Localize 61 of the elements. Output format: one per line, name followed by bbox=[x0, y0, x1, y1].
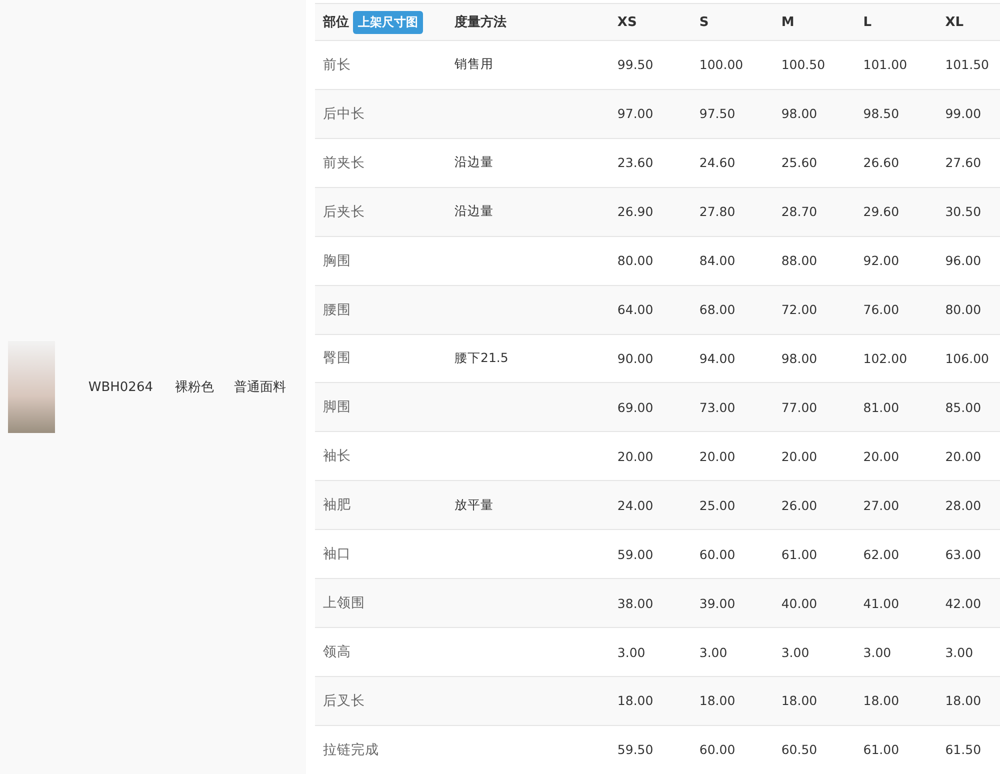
table-cell: 99.00 bbox=[937, 89, 1000, 138]
table-cell: 98.00 bbox=[773, 89, 856, 138]
column-header: XL bbox=[937, 4, 1000, 40]
table-cell: 97.50 bbox=[691, 89, 774, 138]
table-cell: 拉链完成 bbox=[315, 725, 447, 774]
table-cell: 25.00 bbox=[691, 480, 774, 530]
table-cell: 24.00 bbox=[609, 480, 692, 530]
table-cell: 28.00 bbox=[937, 480, 1000, 530]
table-cell: 64.00 bbox=[609, 285, 692, 334]
table-cell: 85.00 bbox=[937, 382, 1000, 432]
table-cell: 沿边量 bbox=[446, 187, 610, 236]
column-header: M bbox=[773, 4, 856, 40]
table-cell: 40.00 bbox=[773, 578, 856, 628]
table-cell: 脚围 bbox=[315, 382, 447, 432]
table-cell: 后中长 bbox=[315, 89, 447, 138]
table-cell: 上领围 bbox=[315, 578, 447, 628]
table-cell: 41.00 bbox=[855, 578, 938, 628]
badge: 上架尺寸图 bbox=[353, 10, 423, 34]
table-cell: 袖肥 bbox=[315, 480, 447, 530]
column-header: 度量方法 bbox=[446, 4, 610, 40]
product-code: WBH0264 bbox=[88, 380, 153, 394]
table-cell: 81.00 bbox=[855, 382, 938, 432]
table-cell: 29.60 bbox=[855, 187, 938, 236]
table-cell: 61.50 bbox=[937, 725, 1000, 774]
table-cell: 27.00 bbox=[855, 480, 938, 530]
table-cell: 30.50 bbox=[937, 187, 1000, 236]
table-cell: 38.00 bbox=[609, 578, 692, 628]
table-cell: 73.00 bbox=[691, 382, 774, 432]
table-cell: 后叉长 bbox=[315, 676, 447, 726]
table-cell: 68.00 bbox=[691, 285, 774, 334]
table-cell: 27.80 bbox=[691, 187, 774, 236]
table-cell: 72.00 bbox=[773, 285, 856, 334]
table-cell: 97.00 bbox=[609, 89, 692, 138]
fabric-name: 普通面料 bbox=[234, 378, 286, 396]
table-cell: 76.00 bbox=[855, 285, 938, 334]
table-cell: 26.00 bbox=[773, 480, 856, 530]
table-cell: 18.00 bbox=[609, 676, 692, 726]
table-cell: 59.50 bbox=[609, 725, 692, 774]
table-cell: 80.00 bbox=[937, 285, 1000, 334]
table-cell: 28.70 bbox=[773, 187, 856, 236]
table-cell: 39.00 bbox=[691, 578, 774, 628]
table-cell: 后夹长 bbox=[315, 187, 447, 236]
table-cell: 98.50 bbox=[855, 89, 938, 138]
table-cell: 61.00 bbox=[855, 725, 938, 774]
table-cell: 18.00 bbox=[855, 676, 938, 726]
table-cell: 18.00 bbox=[937, 676, 1000, 726]
table-cell: 18.00 bbox=[691, 676, 774, 726]
table-cell: 60.00 bbox=[691, 725, 774, 774]
table-cell: 69.00 bbox=[609, 382, 692, 432]
table-cell: 放平量 bbox=[446, 480, 610, 530]
column-header: L bbox=[855, 4, 938, 40]
table-cell: 18.00 bbox=[773, 676, 856, 726]
column-header: S bbox=[691, 4, 774, 40]
table-cell: 60.50 bbox=[773, 725, 856, 774]
color-name: 裸粉色 bbox=[175, 379, 214, 396]
table-cell: 42.00 bbox=[937, 578, 1000, 628]
column-header: 部位 bbox=[323, 14, 349, 31]
column-header: XS bbox=[609, 4, 692, 40]
table-cell: 26.90 bbox=[609, 187, 692, 236]
table-cell: 腰围 bbox=[315, 285, 447, 334]
table-cell: 77.00 bbox=[773, 382, 856, 432]
